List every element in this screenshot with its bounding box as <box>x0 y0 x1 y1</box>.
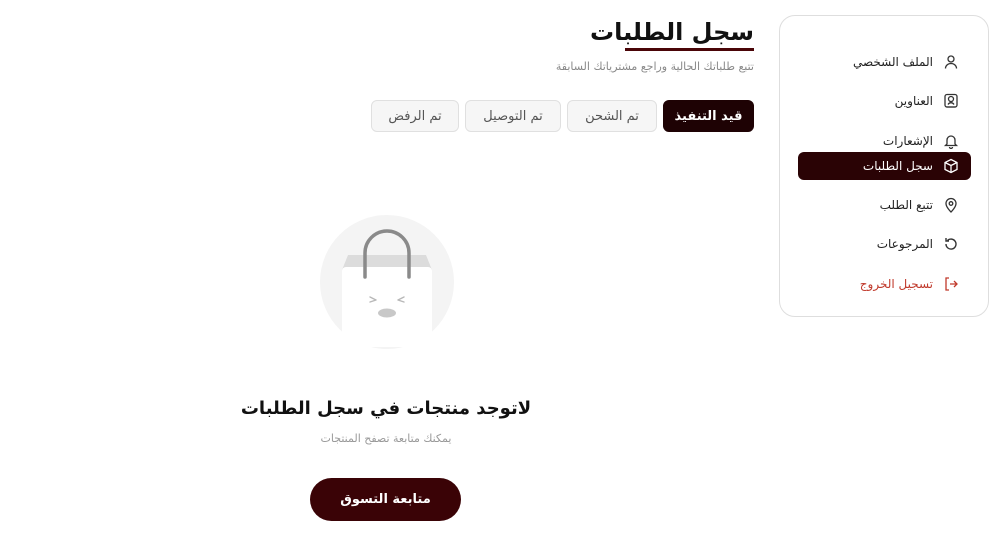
title-underline <box>625 48 754 51</box>
sidebar-item-label: المرجوعات <box>876 237 933 251</box>
sidebar-item-label: الملف الشخصي <box>853 55 933 69</box>
page-subtitle: تتبع طلباتك الحالية وراجع مشترياتك الساب… <box>555 60 754 73</box>
bell-icon <box>943 133 959 149</box>
address-icon <box>943 93 959 109</box>
tab-shipped[interactable]: تم الشحن <box>567 100 657 132</box>
account-sidebar: الملف الشخصي العناوين الإشعارات سجل الطل… <box>779 15 989 317</box>
sidebar-item-profile[interactable]: الملف الشخصي <box>798 48 971 76</box>
logout-icon <box>943 276 959 292</box>
sidebar-item-logout[interactable]: تسجيل الخروج <box>798 270 971 298</box>
sidebar-item-label: العناوين <box>894 94 933 108</box>
sidebar-item-notifications[interactable]: الإشعارات <box>798 127 971 155</box>
location-pin-icon <box>943 197 959 213</box>
tab-delivered[interactable]: تم التوصيل <box>465 100 561 132</box>
tab-in-progress[interactable]: قيد التنفيذ <box>663 100 754 132</box>
tab-rejected[interactable]: تم الرفض <box>371 100 459 132</box>
user-icon <box>943 54 959 70</box>
sidebar-item-returns[interactable]: المرجوعات <box>798 230 971 258</box>
empty-bag-illustration <box>320 215 454 349</box>
return-icon <box>943 236 959 252</box>
sidebar-item-label: الإشعارات <box>882 134 933 148</box>
sidebar-item-track-order[interactable]: تتبع الطلب <box>798 191 971 219</box>
sidebar-item-label: تتبع الطلب <box>879 198 933 212</box>
page-title: سجل الطلبات <box>589 18 754 46</box>
sidebar-item-label: تسجيل الخروج <box>859 277 933 291</box>
box-icon <box>943 158 959 174</box>
empty-state-subtitle: يمكنك متابعة تصفح المنتجات <box>320 432 452 445</box>
sidebar-item-label: سجل الطلبات <box>862 159 933 173</box>
sidebar-item-addresses[interactable]: العناوين <box>798 87 971 115</box>
continue-shopping-button[interactable]: متابعة التسوق <box>310 478 461 521</box>
shopping-bag-icon <box>342 229 432 347</box>
empty-state-title: لاتوجد منتجات في سجل الطلبات <box>240 398 532 419</box>
sidebar-item-orders[interactable]: سجل الطلبات <box>798 152 971 180</box>
